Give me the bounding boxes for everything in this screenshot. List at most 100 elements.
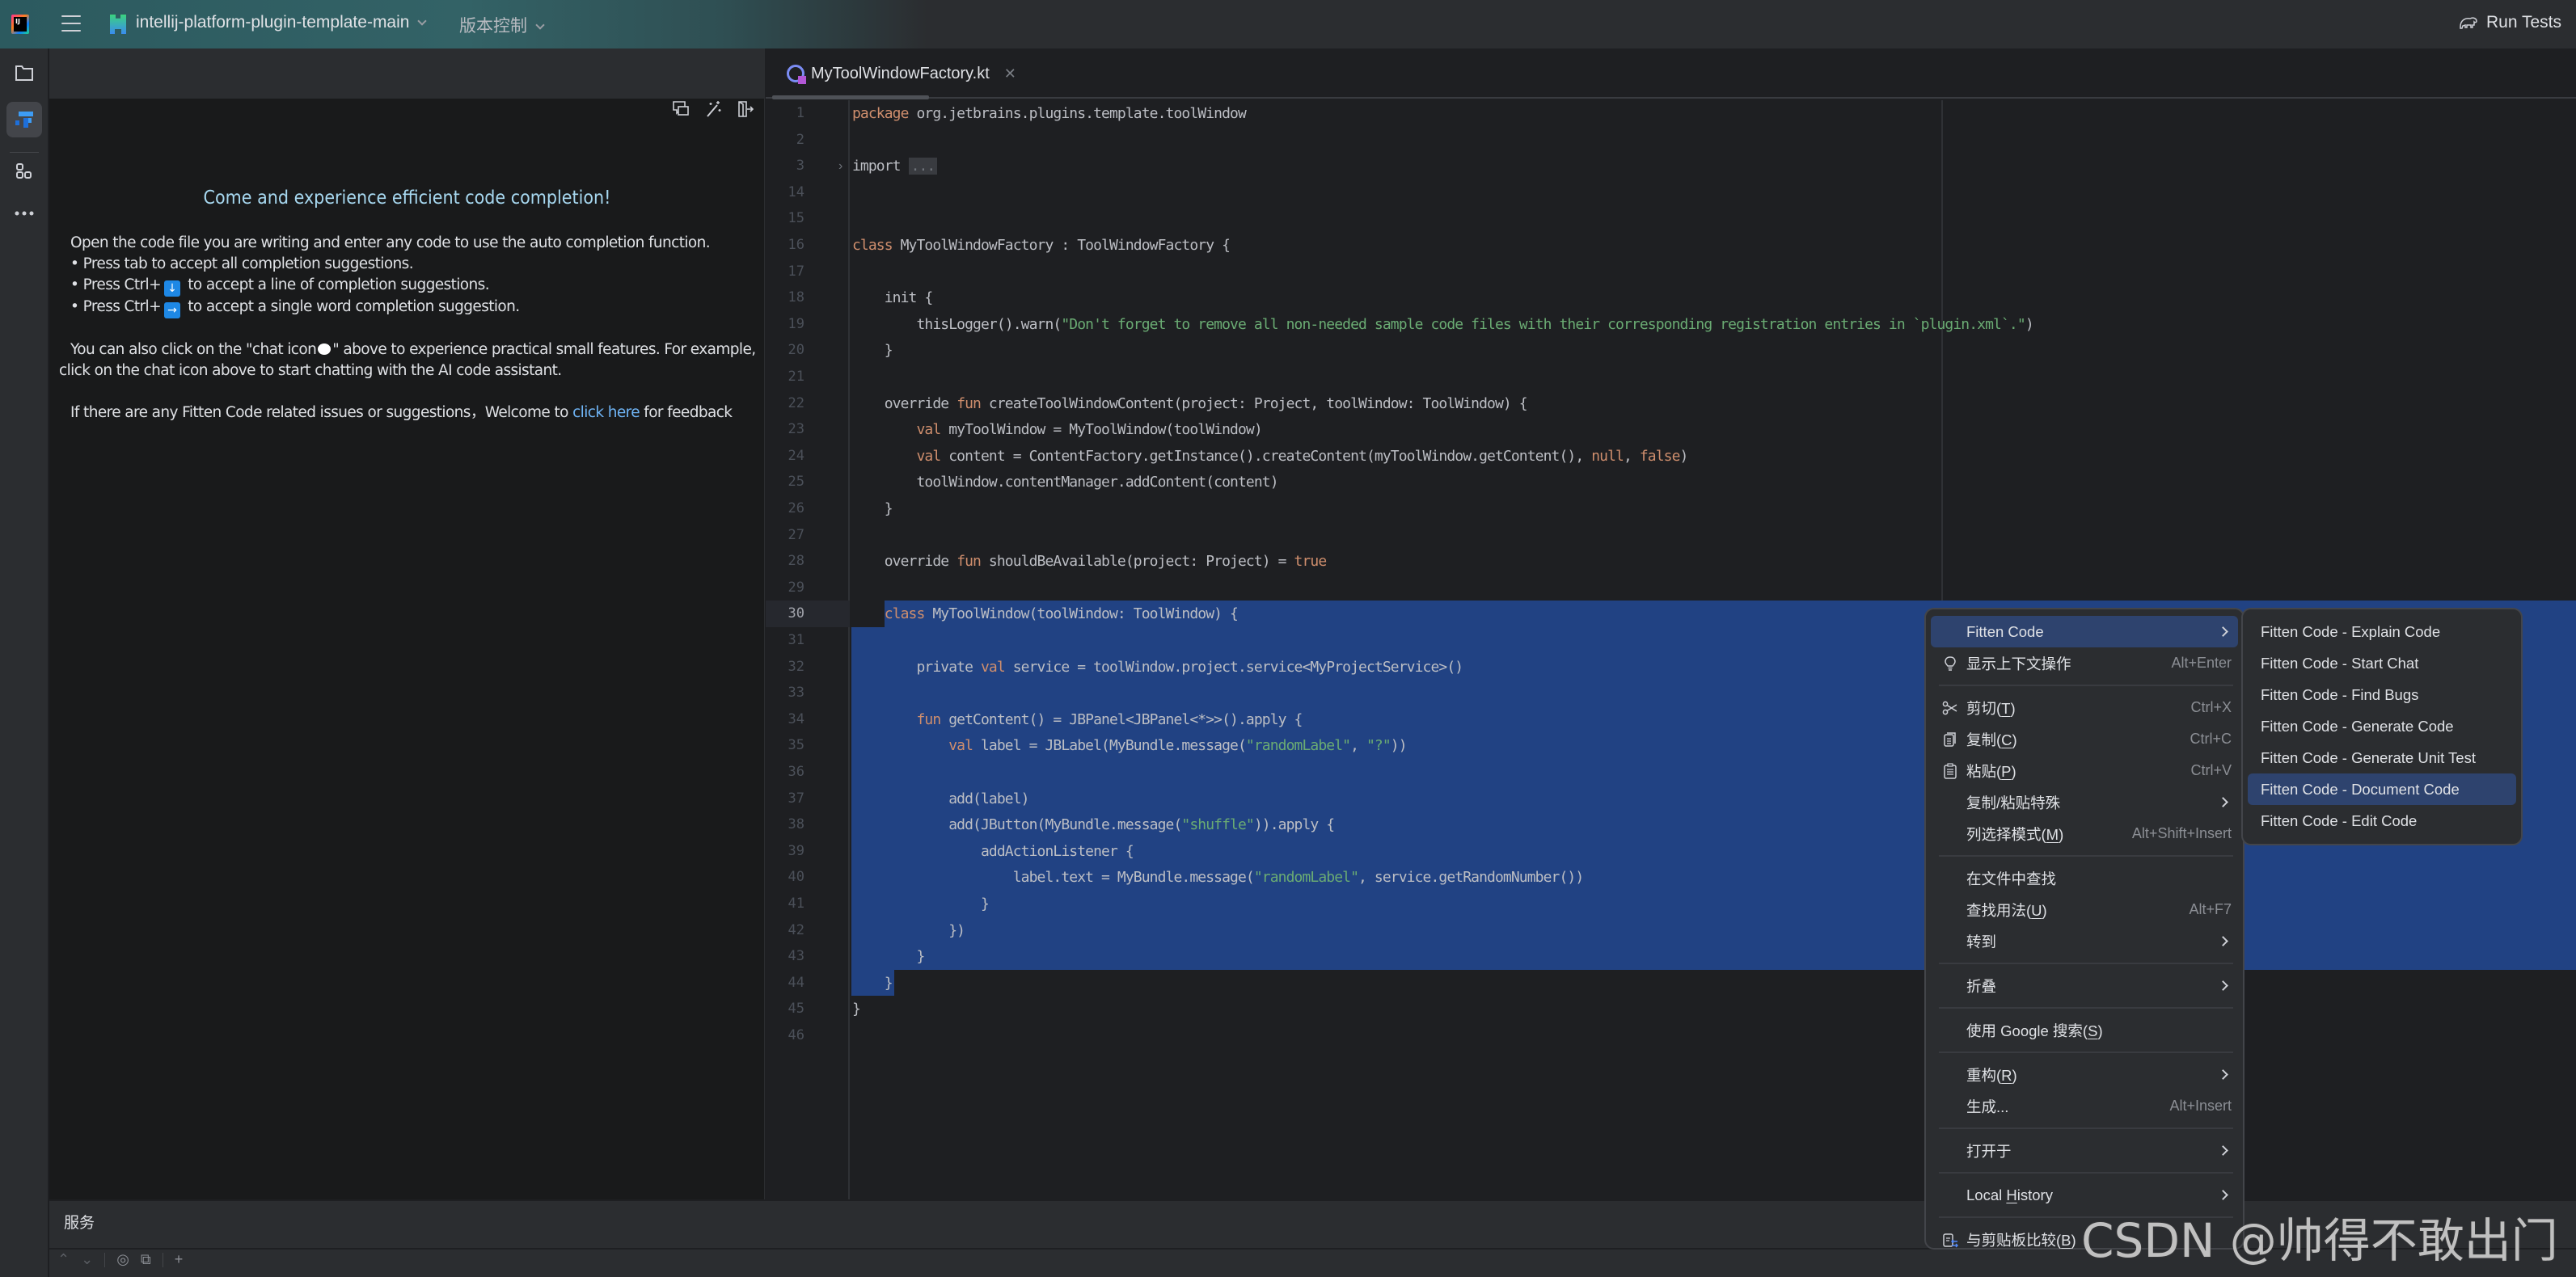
code-line[interactable]: 40 label.text = MyBundle.message("random… [766, 864, 2576, 891]
code-line[interactable]: 23 val myToolWindow = MyToolWindow(toolW… [766, 416, 2576, 443]
magic-wand-button[interactable] [704, 100, 722, 118]
code-line[interactable]: 16 class MyToolWindowFactory : ToolWindow… [766, 232, 2576, 259]
menu-separator [1939, 1052, 2233, 1053]
line-number: 22 [788, 394, 804, 411]
services-toolbar: ⌃ ⌄ ◎ ⧉ + [57, 1251, 183, 1268]
code-line[interactable]: 2 [766, 127, 2576, 154]
menu-item-local-history[interactable]: Local History [1931, 1179, 2238, 1211]
feedback-suffix: for feedback [640, 404, 733, 421]
menu-item-查找用法-u[interactable]: 查找用法(U) Alt+F7 [1931, 894, 2238, 925]
menu-item-shortcut: Ctrl+V [2190, 762, 2232, 778]
line-number: 18 [788, 289, 804, 306]
fitten-code-tool-button[interactable] [6, 102, 42, 137]
menu-separator [1939, 855, 2233, 857]
menu-item-重构-r[interactable]: 重构(R) [1931, 1059, 2238, 1090]
code-line[interactable]: 14 [766, 179, 2576, 206]
run-tests-button[interactable]: Run Tests [2459, 13, 2561, 32]
code-line[interactable]: 1 package org.jetbrains.plugins.template.… [766, 100, 2576, 127]
bullet-tab: • Press tab to accept all completion sug… [70, 255, 414, 272]
menu-item-shortcut: Alt+Shift+Insert [2131, 825, 2232, 841]
code-text: } [852, 500, 893, 517]
submenu-item-fitten-code-document-code[interactable]: Fitten Code - Document Code [2248, 773, 2516, 805]
submenu-item-fitten-code-generate-unit-test[interactable]: Fitten Code - Generate Unit Test [2248, 742, 2516, 773]
code-line[interactable]: 25 toolWindow.contentManager.addContent(… [766, 469, 2576, 495]
code-line[interactable]: 15 [766, 205, 2576, 232]
bullet-word-suffix: to accept a single word completion sugge… [183, 298, 520, 315]
line-number: 39 [788, 842, 804, 859]
code-line[interactable]: 24 val content = ContentFactory.getInsta… [766, 443, 2576, 470]
chevron-right-icon [2218, 1190, 2228, 1200]
code-line[interactable]: 22 override fun createToolWindowContent(… [766, 390, 2576, 417]
line-number: 34 [788, 710, 804, 727]
menu-item-生成[interactable]: 生成... Alt+Insert [1931, 1090, 2238, 1122]
menu-item-label: 剪切(T) [1966, 699, 2016, 717]
fitten-code-submenu: Fitten Code - Explain Code Fitten Code - … [2241, 608, 2523, 845]
structure-tool-button[interactable] [6, 154, 42, 189]
menu-item-剪切-t[interactable]: 剪切(T) Ctrl+X [1931, 692, 2238, 723]
submenu-item-fitten-code-find-bugs[interactable]: Fitten Code - Find Bugs [2248, 679, 2516, 710]
menu-item-shortcut: Ctrl+C [2190, 731, 2232, 747]
line-number: 26 [788, 500, 804, 516]
code-line[interactable]: 21 [766, 364, 2576, 390]
menu-item-fitten-code[interactable]: Fitten Code [1931, 616, 2238, 647]
chat-button[interactable] [672, 100, 690, 118]
code-line[interactable]: 45} [766, 996, 2576, 1022]
code-line[interactable]: 27 [766, 522, 2576, 549]
menu-item-粘贴-p[interactable]: 粘贴(P) Ctrl+V [1931, 755, 2238, 786]
submenu-item-fitten-code-explain-code[interactable]: Fitten Code - Explain Code [2248, 616, 2516, 647]
menu-item-复制-c[interactable]: 复制(C) Ctrl+C [1931, 723, 2238, 755]
folder-icon [15, 65, 33, 81]
code-line[interactable]: 20 } [766, 337, 2576, 364]
title-bar: IJ intellij-platform-plugin-template-mai… [0, 0, 2576, 48]
code-line[interactable]: 18 init { [766, 284, 2576, 311]
close-tab-icon[interactable]: ✕ [1004, 65, 1016, 82]
menu-item-转到[interactable]: 转到 [1931, 925, 2238, 957]
submenu-item-fitten-code-start-chat[interactable]: Fitten Code - Start Chat [2248, 647, 2516, 679]
code-line[interactable]: 19 thisLogger().warn("Don't forget to re… [766, 311, 2576, 338]
code-text: } [852, 342, 893, 360]
code-line[interactable]: 29 [766, 575, 2576, 601]
project-selector[interactable]: intellij-platform-plugin-template-main [136, 13, 428, 32]
tab-mytoolwindowfactory[interactable]: MyToolWindowFactory.kt ✕ [775, 48, 1028, 99]
intellij-logo-icon[interactable]: IJ [11, 15, 29, 34]
vcs-selector[interactable]: 版本控制 [459, 13, 545, 37]
code-line[interactable]: 28 override fun shouldBeAvailable(projec… [766, 548, 2576, 575]
menu-item-折叠[interactable]: 折叠 [1931, 970, 2238, 1001]
code-line[interactable]: 26 } [766, 495, 2576, 522]
collapse-all-button[interactable]: ⌄ [81, 1251, 93, 1268]
menu-item-列选择模式-m[interactable]: 列选择模式(M) Alt+Shift+Insert [1931, 818, 2238, 849]
exit-button[interactable] [737, 100, 754, 118]
menu-item-label: 列选择模式(M) [1966, 825, 2064, 843]
code-line[interactable]: 41 } [766, 891, 2576, 917]
code-text: val label = JBLabel(MyBundle.message("ra… [948, 737, 1407, 755]
submenu-item-fitten-code-generate-code[interactable]: Fitten Code - Generate Code [2248, 710, 2516, 742]
menu-item-在文件中查找[interactable]: 在文件中查找 [1931, 862, 2238, 894]
submenu-item-fitten-code-edit-code[interactable]: Fitten Code - Edit Code [2248, 805, 2516, 837]
feedback-link[interactable]: click here [572, 404, 640, 421]
view-options-icon[interactable]: ◎ [116, 1251, 129, 1268]
code-line[interactable]: 46 [766, 1022, 2576, 1049]
add-icon[interactable]: + [175, 1251, 184, 1268]
code-line[interactable]: 3 › import ... [766, 153, 2576, 179]
menu-item-使用-google-搜索-s[interactable]: 使用 Google 搜索(S) [1931, 1014, 2238, 1046]
line-number: 19 [788, 315, 804, 332]
line-number: 35 [788, 737, 804, 754]
code-line[interactable]: 17 [766, 259, 2576, 285]
code-line[interactable]: 42 }) [766, 917, 2576, 944]
code-line[interactable]: 43 } [766, 943, 2576, 970]
expand-all-button[interactable]: ⌃ [57, 1251, 70, 1268]
menu-item-打开于[interactable]: 打开于 [1931, 1135, 2238, 1166]
main-menu-button[interactable] [61, 15, 81, 33]
project-tool-button[interactable] [6, 55, 42, 91]
line-number: 40 [788, 869, 804, 886]
fold-expand-icon[interactable]: › [838, 153, 842, 179]
more-tools-button[interactable] [6, 196, 42, 231]
menu-item-显示上下文操作[interactable]: 显示上下文操作 Alt+Enter [1931, 647, 2238, 679]
code-line[interactable]: 44 } [766, 970, 2576, 997]
code-text: init { [852, 289, 934, 307]
code-text: } [852, 1001, 861, 1018]
menu-item-与剪贴板比较-b[interactable]: 与剪贴板比较(B) [1931, 1224, 2238, 1255]
new-service-icon[interactable]: ⧉ [141, 1251, 151, 1268]
chat-bubble-icon [318, 343, 332, 355]
menu-item-复制-粘贴特殊[interactable]: 复制/粘贴特殊 [1931, 786, 2238, 818]
